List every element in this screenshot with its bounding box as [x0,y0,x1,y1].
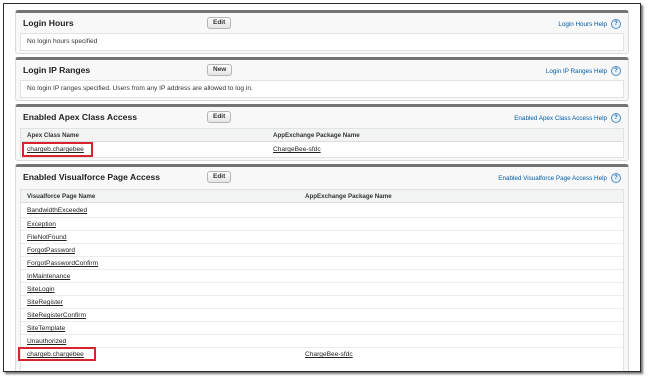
table-row: SiteRegister [21,295,623,308]
apex-help[interactable]: Enabled Apex Class Access Help ? [514,113,621,123]
login-hours-title: Login Hours [23,18,74,28]
help-icon[interactable]: ? [611,66,621,76]
table-row: ForgotPassword [21,243,623,256]
vf-help-link[interactable]: Enabled Visualforce Page Access Help [498,175,607,182]
table-row: ForgotPasswordConfirm [21,256,623,269]
vf-table-header-row: Visualforce Page Name AppExchange Packag… [21,190,623,203]
vf-page-link[interactable]: SiteTemplate [27,325,65,332]
apex-section: Enabled Apex Class Access Edit Enabled A… [15,104,629,161]
login-ip-help[interactable]: Login IP Ranges Help ? [546,66,621,76]
apex-col-package-name: AppExchange Package Name [273,132,360,139]
login-hours-body: No login hours specified [20,33,624,51]
table-row: SiteLogin [21,282,623,295]
vf-page-link[interactable]: ForgotPassword [27,247,75,254]
login-ip-header: Login IP Ranges New Login IP Ranges Help… [16,60,628,82]
apex-title: Enabled Apex Class Access [23,112,138,122]
table-row: chargeb.chargebee ChargeBee-sfdc [21,143,623,156]
vf-title: Enabled Visualforce Page Access [23,172,161,182]
table-row: FileNotFound [21,230,623,243]
table-row: BandwidthExceeded [21,204,623,217]
login-ip-help-link[interactable]: Login IP Ranges Help [546,68,607,75]
vf-page-highlight [18,347,96,361]
login-ip-title: Login IP Ranges [23,65,91,75]
vf-header: Enabled Visualforce Page Access Edit Ena… [16,167,628,189]
vf-page-link[interactable]: InMaintenance [27,273,70,280]
table-row: SiteRegisterConfirm [21,308,623,321]
vf-table: Visualforce Page Name AppExchange Packag… [18,189,624,371]
vf-page-link[interactable]: BandwidthExceeded [27,207,87,214]
login-hours-message: No login hours specified [27,38,98,45]
login-ip-message: No login IP ranges specified. Users from… [27,85,253,92]
login-hours-header: Login Hours Edit Login Hours Help ? [16,13,628,35]
table-row: InMaintenance [21,269,623,282]
screenshot-frame: Login Hours Edit Login Hours Help ? No l… [3,3,641,372]
vf-help[interactable]: Enabled Visualforce Page Access Help ? [498,173,621,183]
vf-page-link[interactable]: SiteRegisterConfirm [27,312,86,319]
vf-col-package-name: AppExchange Package Name [305,193,392,200]
login-hours-help-link[interactable]: Login Hours Help [558,21,607,28]
apex-table-header-row: Apex Class Name AppExchange Package Name [21,129,623,142]
help-icon[interactable]: ? [611,19,621,29]
login-ip-new-button[interactable]: New [207,64,233,76]
vf-page-link[interactable]: Unauthorized [27,338,66,345]
vf-section: Enabled Visualforce Page Access Edit Ena… [15,164,629,371]
table-row: SiteTemplate [21,321,623,334]
apex-class-highlight [22,142,93,157]
vf-page-link[interactable]: SiteLogin [27,286,55,293]
apex-table: Apex Class Name AppExchange Package Name… [20,128,624,158]
help-icon[interactable]: ? [611,173,621,183]
login-ip-body: No login IP ranges specified. Users from… [20,80,624,98]
vf-package-link[interactable]: ChargeBee-sfdc [305,351,353,358]
vf-page-link[interactable]: SiteRegister [27,299,63,306]
login-hours-section: Login Hours Edit Login Hours Help ? No l… [15,10,629,54]
apex-header: Enabled Apex Class Access Edit Enabled A… [16,107,628,129]
apex-help-link[interactable]: Enabled Apex Class Access Help [514,115,607,122]
vf-page-link[interactable]: FileNotFound [27,234,67,241]
login-hours-edit-button[interactable]: Edit [207,17,232,29]
apex-col-class-name: Apex Class Name [27,132,79,139]
help-icon[interactable]: ? [611,113,621,123]
vf-page-link[interactable]: Exception [27,221,56,228]
vf-page-link[interactable]: ForgotPasswordConfirm [27,260,98,267]
apex-package-link[interactable]: ChargeBee-sfdc [273,146,321,153]
apex-edit-button[interactable]: Edit [207,111,232,123]
table-row: Unauthorized [21,334,623,347]
vf-edit-button[interactable]: Edit [207,171,232,183]
table-row: chargeb.chargebee ChargeBee-sfdc [21,347,623,360]
table-row: Exception [21,217,623,230]
vf-col-page-name: Visualforce Page Name [27,193,96,200]
login-ip-section: Login IP Ranges New Login IP Ranges Help… [15,57,629,101]
login-hours-help[interactable]: Login Hours Help ? [558,19,621,29]
